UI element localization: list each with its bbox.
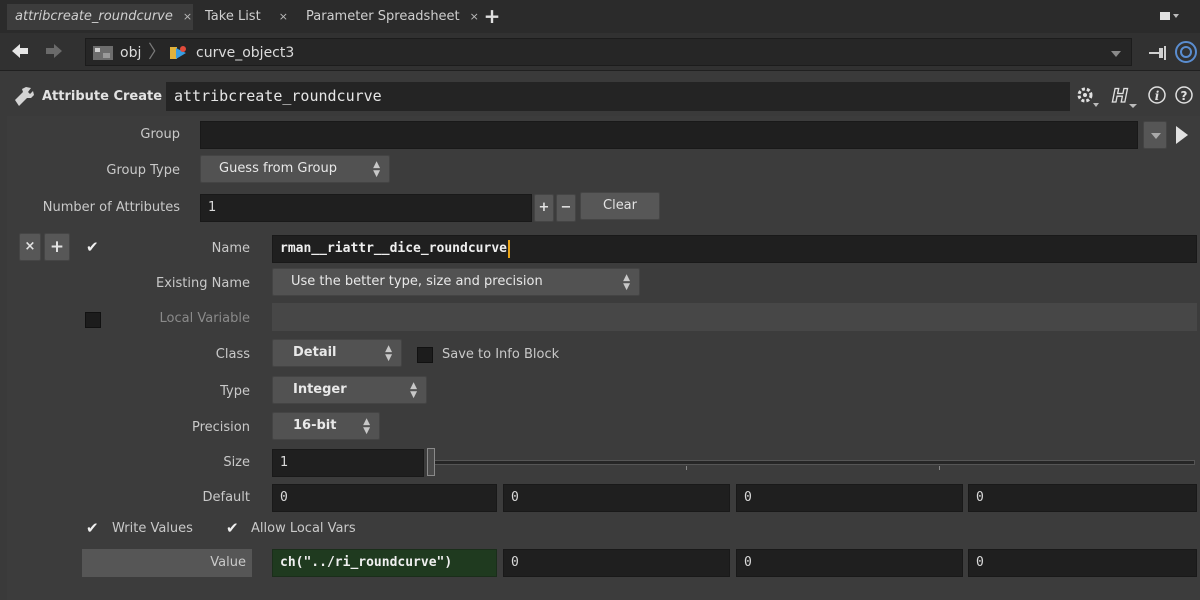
value-input-2[interactable]: 0 [503,549,730,577]
save-info-block-label: Save to Info Block [442,347,560,362]
tab-parameter-spreadsheet[interactable]: Parameter Spreadsheet × [298,4,480,30]
gear-icon[interactable] [1074,84,1100,108]
path-bar: obj 〉 curve_object3 [0,33,1200,71]
select-arrow-icon[interactable] [1172,124,1192,146]
value-input-3[interactable]: 0 [736,549,963,577]
class-menu[interactable]: Detail ▲ ▼ [272,339,402,367]
tab-label: attribcreate_roundcurve [15,9,173,24]
forward-arrow-icon[interactable] [44,41,64,63]
slider-tick [686,466,687,470]
breadcrumb-separator-icon: 〉 [148,42,166,63]
link-icon[interactable] [1174,39,1198,65]
local-variable-input[interactable] [272,303,1197,331]
type-value: Integer [293,382,347,397]
tab-label: Parameter Spreadsheet [306,9,460,24]
node-header: Attribute Create attribcreate_roundcurve… [0,78,1200,116]
type-menu[interactable]: Integer ▲ ▼ [272,376,427,404]
updown-arrows-icon: ▲ ▼ [385,344,392,363]
updown-arrows-icon: ▲ ▼ [410,381,417,400]
default-input-1[interactable]: 0 [272,484,497,512]
name-label: Name [211,241,250,256]
updown-arrows-icon: ▲ ▼ [623,273,630,292]
breadcrumb: obj 〉 curve_object3 [85,38,1132,66]
default-label: Default [202,490,251,505]
slider-tick [939,466,940,470]
precision-menu[interactable]: 16-bit ▲ ▼ [272,412,380,440]
local-variable-checkbox[interactable] [85,312,101,328]
tab-close-icon[interactable]: × [279,10,288,23]
tab-label: Take List [205,9,261,24]
pane-menu-icon[interactable] [1160,9,1179,22]
default-input-4[interactable]: 0 [968,484,1197,512]
precision-label: Precision [191,420,250,435]
existing-name-menu[interactable]: Use the better type, size and precision … [272,268,640,296]
size-input[interactable]: 1 [272,449,424,477]
existing-name-label: Existing Name [156,276,250,291]
group-type-value: Guess from Group [219,161,337,176]
breadcrumb-obj[interactable]: obj [120,39,141,67]
value-expression-input[interactable]: ch("../ri_roundcurve") [272,549,497,577]
insert-instance-button[interactable]: + [44,233,70,261]
remove-instance-button[interactable]: × [19,233,41,261]
default-input-2[interactable]: 0 [503,484,730,512]
info-icon[interactable]: i [1147,85,1167,105]
breadcrumb-curve-object3[interactable]: curve_object3 [196,39,294,67]
houdini-help-icon[interactable]: H [1110,83,1138,109]
size-slider-handle[interactable] [427,448,435,476]
node-type-label: Attribute Create [42,89,163,104]
network-icon [92,44,114,62]
existing-name-value: Use the better type, size and precision [291,274,543,289]
write-values-check-icon[interactable]: ✔ [86,520,104,538]
tab-take-list[interactable]: Take List × [197,4,293,30]
class-label: Class [215,347,250,362]
svg-text:i: i [1155,89,1160,103]
remove-attribute-button[interactable]: − [556,194,576,222]
svg-text:H: H [1112,85,1128,107]
name-input[interactable]: rman__riattr__dice_roundcurve [272,235,1197,263]
value-input-4[interactable]: 0 [968,549,1197,577]
clear-button[interactable]: Clear [580,192,660,220]
name-value: rman__riattr__dice_roundcurve [280,241,507,256]
num-attributes-label: Number of Attributes [42,200,180,215]
precision-value: 16-bit [293,418,337,433]
local-variable-label: Local Variable [159,311,250,326]
node-name-field[interactable]: attribcreate_roundcurve [166,82,1070,111]
num-attributes-input[interactable]: 1 [200,194,532,222]
group-input[interactable] [200,121,1138,149]
save-info-block-checkbox[interactable] [417,347,433,363]
wrench-icon[interactable] [12,86,36,108]
group-dropdown-icon[interactable] [1143,121,1167,149]
svg-text:?: ? [1181,89,1188,103]
updown-arrows-icon: ▲ ▼ [363,417,370,436]
size-label: Size [223,455,250,470]
group-type-menu[interactable]: Guess from Group ▲ ▼ [200,155,390,183]
default-input-3[interactable]: 0 [736,484,963,512]
text-cursor [507,239,510,258]
allow-local-vars-check-icon[interactable]: ✔ [226,520,244,538]
add-tab-icon[interactable]: + [480,3,504,29]
group-label: Group [140,127,180,142]
tab-attribcreate[interactable]: attribcreate_roundcurve × [7,4,193,30]
help-icon[interactable]: ? [1174,85,1194,105]
tab-close-icon[interactable]: × [183,10,192,23]
group-type-label: Group Type [106,163,180,178]
value-label: Value [82,549,252,577]
tab-close-icon[interactable]: × [470,10,479,23]
curve-object-icon [168,44,188,62]
allow-local-vars-label: Allow Local Vars [251,521,356,536]
add-attribute-button[interactable]: + [534,194,554,222]
pin-icon[interactable] [1148,43,1170,63]
updown-arrows-icon: ▲ ▼ [373,160,380,179]
class-value: Detail [293,345,337,360]
path-dropdown-icon[interactable] [1109,48,1123,58]
back-arrow-icon[interactable] [10,41,30,63]
type-label: Type [220,384,250,399]
size-slider-track[interactable] [433,460,1195,465]
tab-bar: attribcreate_roundcurve × Take List × Para… [0,0,1200,33]
write-values-label: Write Values [112,521,193,536]
